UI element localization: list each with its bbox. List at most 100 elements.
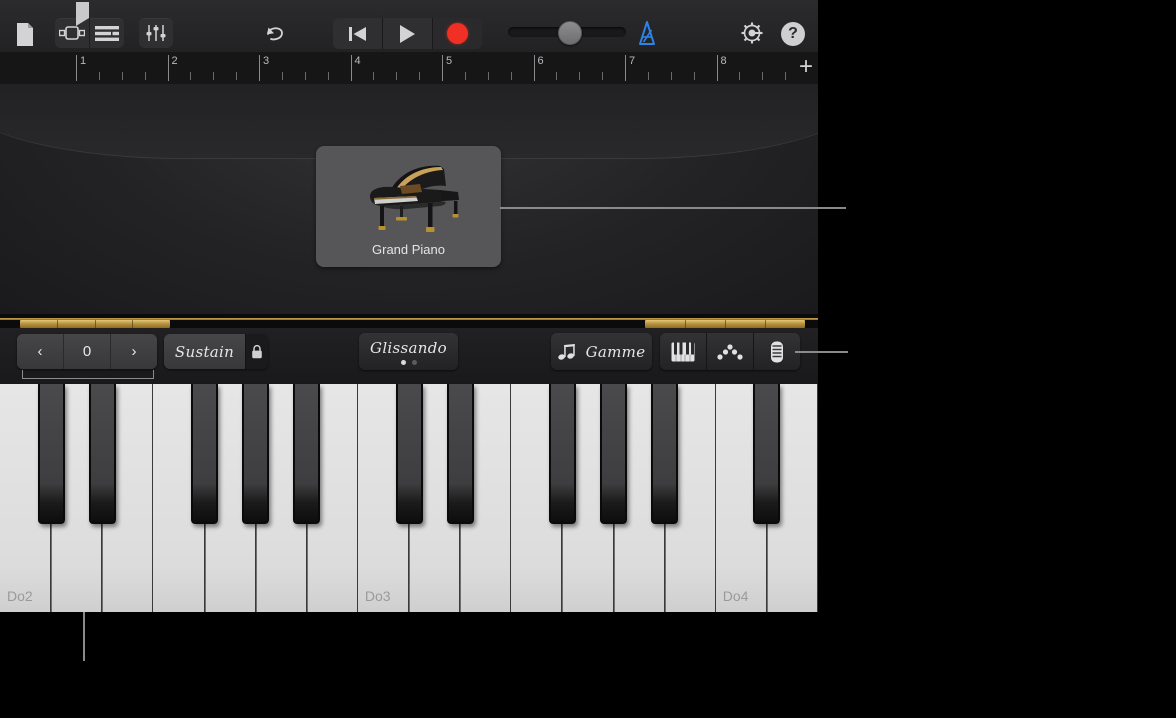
- ruler-bar: 7: [625, 52, 717, 84]
- ruler-bar-line: [533, 55, 535, 81]
- sustain-control[interactable]: Sustain: [164, 334, 268, 369]
- ruler-bar-number: 2: [171, 55, 178, 67]
- callout-line-instrument: [500, 207, 846, 209]
- keyboard-mode-group[interactable]: [660, 333, 800, 370]
- ruler-tick: [510, 72, 512, 80]
- keyboard-layout-button[interactable]: [753, 333, 800, 370]
- black-key[interactable]: [548, 384, 576, 524]
- black-key[interactable]: [191, 384, 218, 524]
- ruler-bar-line: [259, 55, 260, 81]
- octave-up-button[interactable]: ›: [110, 334, 157, 369]
- instrument-card-grand-piano[interactable]: Grand Piano: [316, 146, 501, 267]
- ruler-tick: [327, 72, 329, 80]
- black-key[interactable]: [446, 384, 474, 524]
- instrument-name-label: Grand Piano: [372, 242, 445, 257]
- master-volume-slider[interactable]: [508, 21, 626, 45]
- list-view-button[interactable]: [89, 18, 124, 48]
- glissando-page-dots: [400, 359, 417, 365]
- black-key[interactable]: [753, 384, 781, 524]
- ruler-tick: [121, 72, 123, 80]
- key-octave-label: Do3: [364, 588, 391, 604]
- ruler-bar-number: 1: [80, 55, 87, 67]
- ruler-tick: [487, 72, 489, 80]
- record-button[interactable]: [432, 18, 482, 49]
- black-key[interactable]: [88, 384, 116, 524]
- ruler-bar-line: [167, 55, 169, 81]
- ruler-tick: [396, 72, 398, 80]
- undo-icon[interactable]: [261, 20, 289, 46]
- sustain-label: Sustain: [174, 342, 235, 361]
- metronome-icon[interactable]: [632, 19, 662, 47]
- arpeggiator-button[interactable]: [706, 333, 753, 370]
- black-key[interactable]: [37, 384, 65, 524]
- ruler-bar-line: [625, 55, 626, 81]
- black-key[interactable]: [395, 384, 423, 524]
- ruler-tick: [144, 72, 146, 80]
- ruler-bar: 4: [350, 52, 443, 84]
- sustain-button[interactable]: Sustain: [164, 334, 245, 369]
- callout-bracket-octave: [22, 370, 154, 379]
- help-button[interactable]: ?: [781, 22, 805, 46]
- ruler-tick: [739, 72, 741, 80]
- callout-line-octave: [83, 612, 85, 661]
- add-track-button[interactable]: +: [797, 55, 815, 79]
- ruler-tick: [556, 72, 558, 80]
- key-octave-label: Do4: [722, 588, 749, 604]
- keyboard-icon: [671, 342, 695, 361]
- ruler-tick: [98, 72, 100, 80]
- ruler-bar: 5: [442, 52, 534, 84]
- page-dot: [411, 359, 417, 365]
- key-seam: [306, 524, 308, 612]
- track-controls-button[interactable]: [139, 18, 173, 48]
- key-seam: [409, 524, 410, 612]
- gear-icon[interactable]: [738, 19, 766, 47]
- black-key[interactable]: [293, 384, 321, 524]
- ruler-tick: [236, 72, 238, 80]
- play-button[interactable]: [382, 18, 432, 49]
- gamme-button[interactable]: Gamme: [551, 333, 652, 370]
- octave-down-button[interactable]: ‹: [17, 334, 63, 369]
- key-seam: [460, 524, 462, 612]
- ruler-tick: [213, 72, 215, 80]
- gamme-label: Gamme: [585, 342, 646, 361]
- piano-keyboard[interactable]: Do2 Do3 Do4: [0, 384, 818, 612]
- ruler-tick: [762, 72, 764, 80]
- gold-bar-right: [645, 320, 805, 328]
- glissando-button[interactable]: Glissando: [359, 333, 458, 370]
- my-songs-icon[interactable]: [12, 19, 38, 49]
- notes-icon: [557, 343, 575, 360]
- garageband-screen: ? 12345678 + Grand Piano ‹ 0 › Sustain G…: [0, 0, 1176, 718]
- ruler-bar-number: 5: [446, 55, 453, 67]
- keyboard-view-button[interactable]: [660, 333, 706, 370]
- ruler-bar: 2: [167, 52, 260, 84]
- ruler-tick: [281, 72, 283, 80]
- ruler-bar-number: 4: [354, 55, 361, 67]
- key-seam: [766, 524, 768, 612]
- key-seam: [51, 524, 53, 612]
- instrument-stage: Grand Piano: [0, 84, 818, 314]
- ruler-tick: [373, 72, 375, 80]
- ruler-bar: 8: [716, 52, 809, 84]
- ruler-tick: [419, 72, 421, 80]
- master-volume-knob[interactable]: [558, 21, 582, 45]
- playhead[interactable]: [76, 2, 90, 26]
- sustain-lock-button[interactable]: [245, 334, 268, 369]
- glissando-label: Glissando: [370, 338, 447, 357]
- key-seam: [664, 524, 666, 612]
- gold-bar-left: [20, 320, 170, 328]
- ruler-bar-line: [442, 55, 443, 81]
- key-seam: [255, 524, 257, 612]
- black-key[interactable]: [600, 384, 627, 524]
- timeline-ruler[interactable]: 1 2 3 4 5 6 7 8: [0, 52, 818, 85]
- black-key[interactable]: [242, 384, 270, 524]
- rewind-button[interactable]: [333, 18, 382, 49]
- octave-stepper[interactable]: ‹ 0 ›: [17, 334, 157, 369]
- ruler-bar-line: [350, 55, 352, 81]
- ruler-bar: 6: [533, 52, 626, 84]
- octave-value: 0: [63, 334, 110, 369]
- black-key[interactable]: [651, 384, 679, 524]
- ruler-tick: [190, 72, 192, 80]
- ruler-tick: [579, 72, 581, 80]
- ruler-track[interactable]: 1 2 3 4 5 6 7 8: [76, 52, 790, 84]
- key-seam: [562, 524, 564, 612]
